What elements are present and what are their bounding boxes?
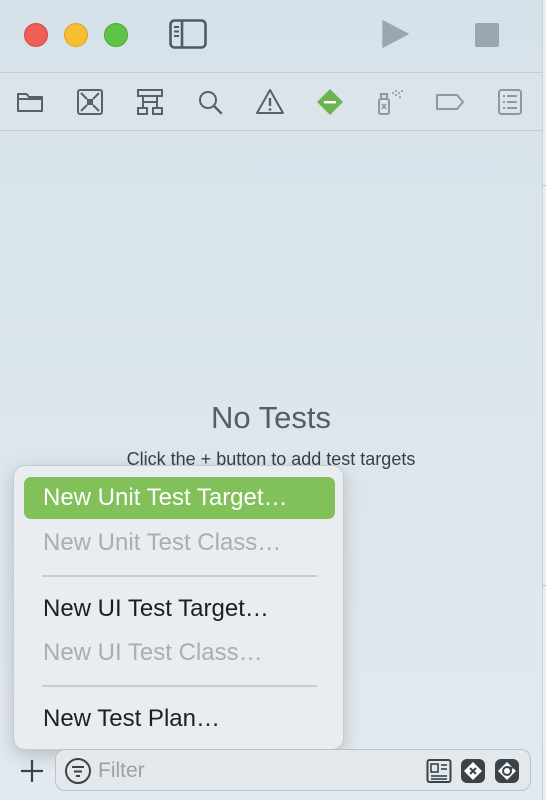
- report-list-icon[interactable]: [495, 87, 525, 117]
- menu-separator: [42, 575, 317, 577]
- source-control-icon[interactable]: [75, 87, 105, 117]
- editor-edge: [542, 0, 546, 800]
- zoom-window-button[interactable]: [104, 23, 128, 47]
- failed-tests-filter-icon[interactable]: [460, 758, 486, 784]
- sidebar-toggle-icon[interactable]: [169, 19, 207, 49]
- menu-separator: [42, 685, 317, 687]
- title-bar: [0, 0, 542, 70]
- filter-field: [55, 749, 531, 791]
- close-window-button[interactable]: [24, 23, 48, 47]
- run-play-icon[interactable]: [380, 19, 410, 49]
- navigator-tab-bar: [0, 72, 542, 131]
- add-plus-icon[interactable]: [18, 757, 46, 785]
- menu-item-new-unit-test-target[interactable]: New Unit Test Target…: [24, 477, 335, 519]
- menu-item-new-unit-test-class: New Unit Test Class…: [43, 529, 282, 556]
- breakpoint-tag-icon[interactable]: [435, 87, 465, 117]
- empty-state-title: No Tests: [210, 400, 332, 435]
- minimize-window-button[interactable]: [64, 23, 88, 47]
- debug-spray-icon[interactable]: [375, 87, 405, 117]
- test-plan-scheme-icon[interactable]: [426, 758, 452, 784]
- stop-icon[interactable]: [474, 22, 500, 48]
- add-test-popup-menu: New Unit Test Target… New Unit Test Clas…: [13, 465, 344, 750]
- test-diamond-icon[interactable]: [315, 87, 345, 117]
- menu-item-new-test-plan[interactable]: New Test Plan…: [24, 698, 335, 740]
- warning-icon[interactable]: [255, 87, 285, 117]
- enabled-tests-filter-icon[interactable]: [494, 758, 520, 784]
- filter-icon[interactable]: [64, 757, 92, 785]
- menu-item-new-ui-test-target[interactable]: New UI Test Target…: [24, 588, 335, 630]
- search-icon[interactable]: [195, 87, 225, 117]
- filter-input[interactable]: [98, 756, 408, 786]
- hierarchy-icon[interactable]: [135, 87, 165, 117]
- xcode-test-navigator-window: No Tests Click the + button to add test …: [0, 0, 546, 800]
- menu-item-new-ui-test-class: New UI Test Class…: [43, 639, 263, 666]
- folder-icon[interactable]: [15, 87, 45, 117]
